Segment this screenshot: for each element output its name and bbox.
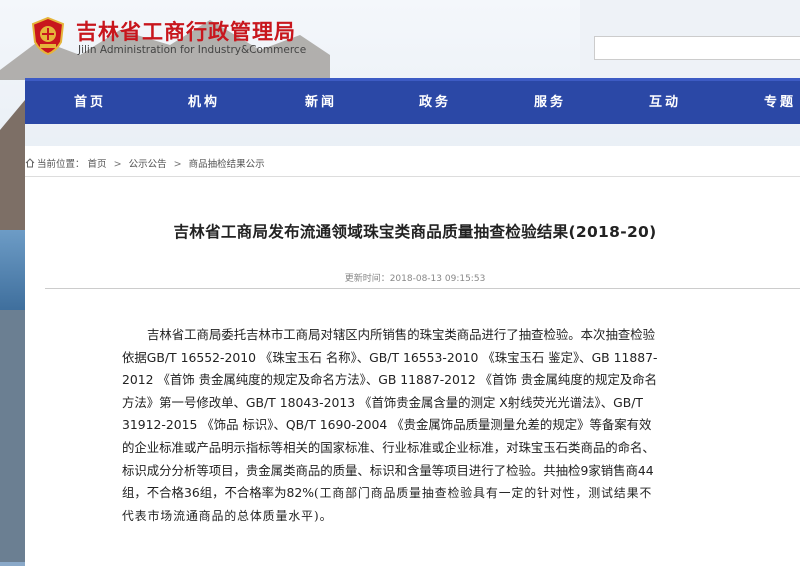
article-line: 标识成分分析等项目，贵金属类商品的质量、标识和含量等项目进行了检验。共抽检9家销… — [122, 462, 654, 478]
article-line: 方法》第一号修改单、GB/T 18043-2013 《首饰贵金属含量的测定 X射… — [122, 394, 643, 410]
article-line: 31912-2015 《饰品 标识》、QB/T 1690-2004 《贵金属饰品… — [122, 417, 652, 433]
state-emblem-icon — [31, 16, 65, 56]
breadcrumb-separator: > — [173, 159, 182, 170]
article-line: 2012 《首饰 贵金属纯度的规定及命名方法》、GB 11887-2012 《首… — [122, 372, 658, 388]
breadcrumb-separator: > — [113, 159, 122, 170]
content-panel: 当前位置： 首页 > 公示公告 > 商品抽检结果公示 吉林省工商局发布流通领域珠… — [25, 146, 800, 566]
breadcrumb-announcements-link[interactable]: 公示公告 — [129, 159, 167, 170]
title-divider — [45, 288, 800, 289]
nav-item-news[interactable]: 新闻 — [276, 81, 366, 124]
site-header: 吉林省工商行政管理局 Jilin Administration for Indu… — [0, 0, 800, 72]
article-line: 吉林省工商局委托吉林市工商局对辖区内所销售的珠宝类商品进行了抽查检验。本次抽查检… — [147, 327, 656, 342]
article-line: 代表市场流通商品的总体质量水平)。 — [122, 505, 742, 528]
nav-item-topics[interactable]: 专题 — [735, 81, 800, 124]
article-line: 的企业标准或产品明示指标等相关的国家标准、行业标准或企业标准，对珠宝玉石类商品的… — [122, 439, 655, 455]
nav-item-home[interactable]: 首页 — [45, 81, 135, 124]
breadcrumb-divider — [25, 176, 800, 177]
nav-item-services[interactable]: 服务 — [505, 81, 595, 124]
article-note: 代表市场流通商品的总体质量水平) — [122, 508, 320, 523]
breadcrumb: 当前位置： 首页 > 公示公告 > 商品抽检结果公示 — [25, 156, 265, 170]
breadcrumb-home-link[interactable]: 首页 — [88, 159, 107, 170]
site-title: 吉林省工商行政管理局 — [76, 20, 296, 44]
article-line-part: 。 — [319, 507, 332, 523]
main-nav: 首页 机构 新闻 政务 服务 互动 专题 — [25, 78, 800, 124]
article-updated-time: 更新时间：2018-08-13 09:15:53 — [344, 274, 486, 284]
search-input[interactable] — [594, 36, 800, 60]
breadcrumb-current-link[interactable]: 商品抽检结果公示 — [189, 159, 265, 170]
article-body: 吉林省工商局委托吉林市工商局对辖区内所销售的珠宝类商品进行了抽查检验。本次抽查检… — [122, 324, 742, 527]
article-line: 依据GB/T 16552-2010 《珠宝玉石 名称》、GB/T 16553-2… — [122, 349, 658, 365]
site-subtitle: Jilin Administration for Industry&Commer… — [78, 44, 307, 56]
article-title: 吉林省工商局发布流通领域珠宝类商品质量抽查检验结果(2018-20) — [173, 223, 657, 241]
article-note: (工商部门商品质量抽查检验具有一定的针对性，测试结果不 — [314, 486, 653, 501]
article-line: 组，不合格36组，不合格率为82%(工商部门商品质量抽查检验具有一定的针对性，测… — [122, 482, 742, 505]
nav-item-interaction[interactable]: 互动 — [620, 81, 710, 124]
nav-item-organization[interactable]: 机构 — [159, 81, 249, 124]
nav-item-government-affairs[interactable]: 政务 — [390, 81, 480, 124]
article-line-part: 组，不合格36组，不合格率为82% — [122, 485, 314, 501]
home-icon — [25, 158, 35, 168]
breadcrumb-prefix: 当前位置： — [37, 159, 85, 170]
